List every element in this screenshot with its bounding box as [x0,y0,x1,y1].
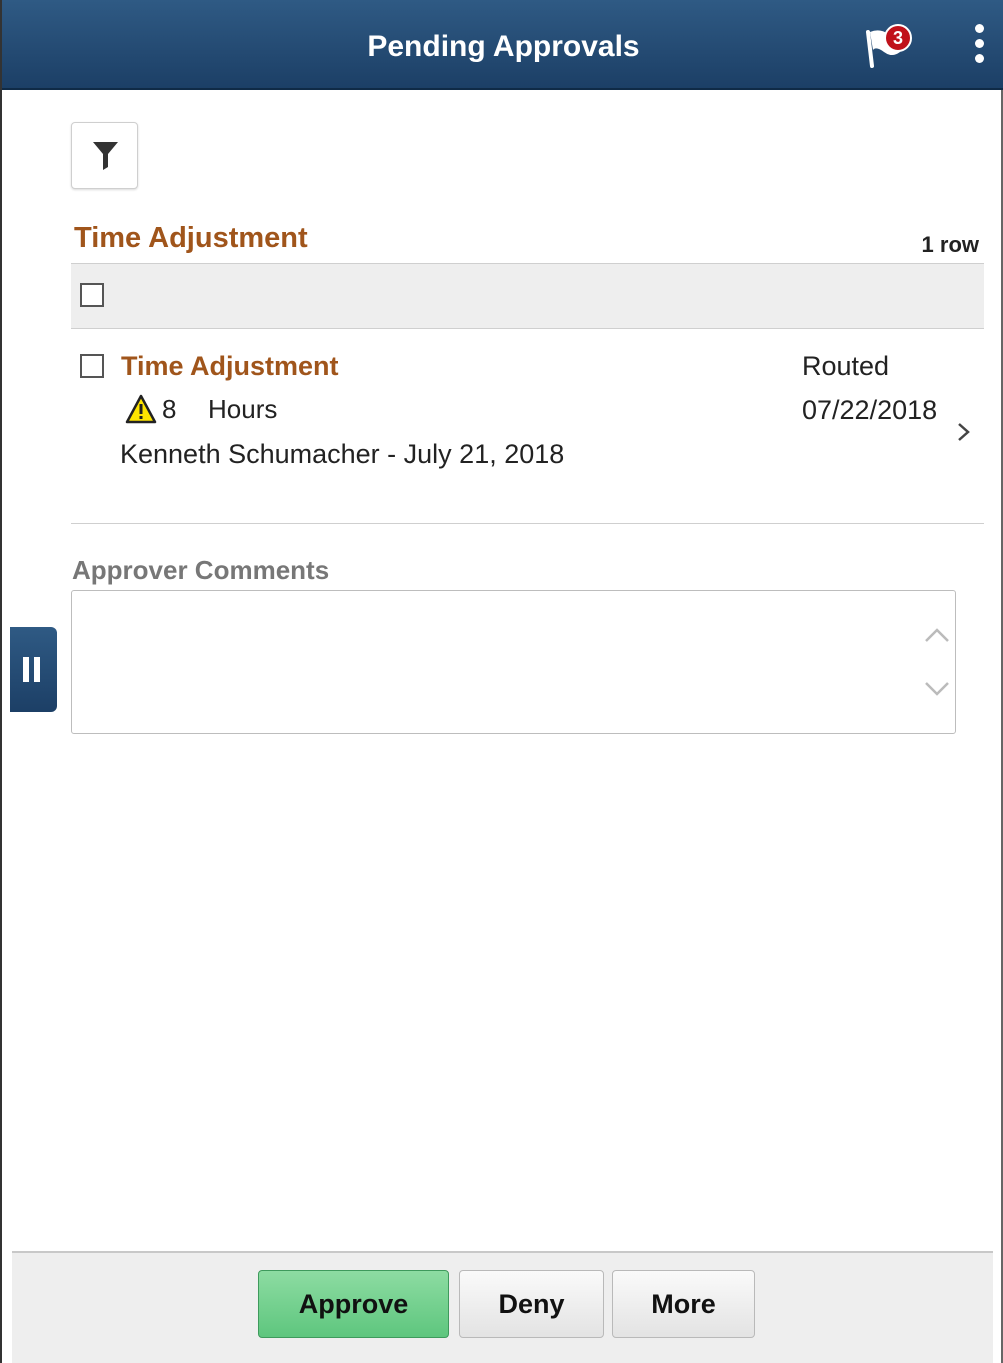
approve-button[interactable]: Approve [258,1270,449,1338]
hours-value: 8 [162,394,177,424]
status-text: Routed [802,351,890,381]
select-all-checkbox[interactable] [80,283,104,307]
page-header: Pending Approvals 3 [2,0,1003,90]
side-panel-toggle[interactable] [10,627,57,712]
pause-icon-bar [34,657,40,682]
employee-date-line: Kenneth Schumacher - July 21, 2018 [120,439,565,469]
chevron-right-icon[interactable] [955,418,973,446]
filter-button[interactable] [71,122,138,189]
more-button[interactable]: More [612,1270,755,1338]
divider [71,523,984,524]
approver-comments-input[interactable] [72,591,922,733]
scroll-down-icon[interactable] [922,678,952,700]
grid-header [71,263,984,329]
section-title: Time Adjustment [74,222,308,254]
notification-badge[interactable]: 3 [884,24,912,52]
warning-icon [125,394,157,424]
item-title-link[interactable]: Time Adjustment [121,351,339,382]
hours-unit: Hours [208,394,278,424]
comments-box [71,590,956,734]
pause-icon [23,657,29,682]
page-frame: Pending Approvals 3 Time Adjustment 1 ro… [0,0,1003,1363]
deny-button[interactable]: Deny [459,1270,604,1338]
filter-icon [93,142,118,170]
status-date: 07/22/2018 [802,395,938,425]
kebab-menu-icon[interactable] [968,24,990,68]
page-title: Pending Approvals [367,30,640,63]
row-select-checkbox[interactable] [80,354,104,378]
comments-label: Approver Comments [72,555,330,585]
row-count: 1 row [921,232,979,257]
scroll-up-icon[interactable] [922,624,952,646]
